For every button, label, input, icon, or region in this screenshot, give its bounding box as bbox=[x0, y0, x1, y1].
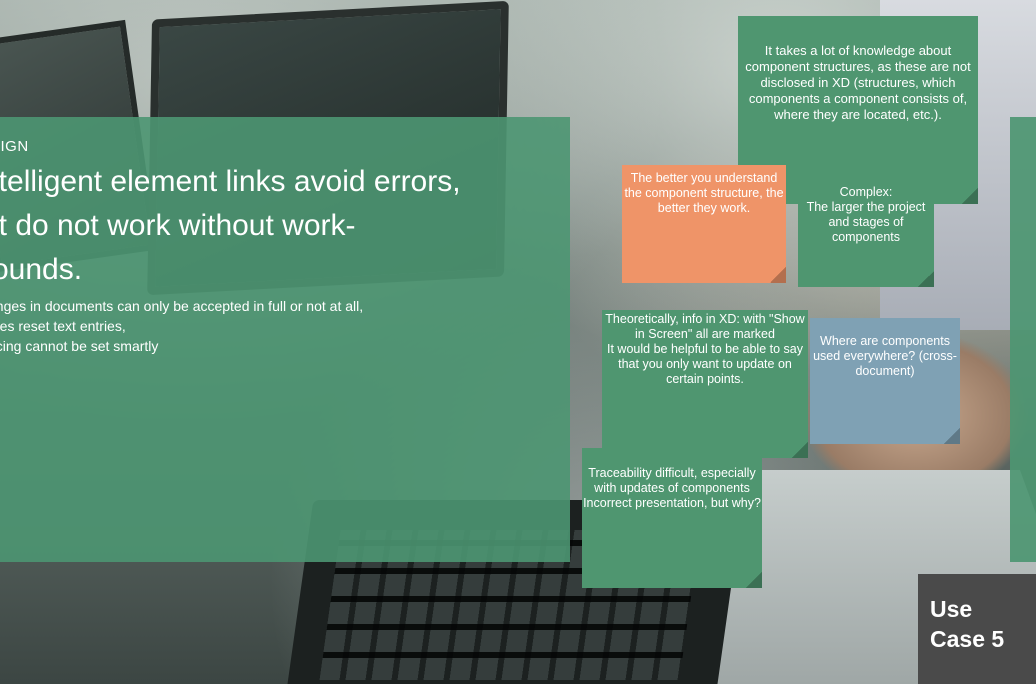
page-fold-icon bbox=[918, 271, 934, 287]
use-case-label-line-1: Use bbox=[930, 596, 973, 622]
use-case-label-line-2: Case 5 bbox=[930, 626, 1005, 652]
finding-item: acing cannot be set smartly bbox=[0, 338, 159, 354]
sticky-note-text: The better you understand the component … bbox=[624, 171, 784, 215]
section-eyebrow: SIGN bbox=[0, 138, 29, 155]
sticky-note-understanding: The better you understand the component … bbox=[622, 165, 786, 283]
findings-list: anges in documents can only be accepted … bbox=[0, 296, 548, 356]
finding-item: anges in documents can only be accepted … bbox=[0, 298, 364, 314]
headline-line-3: rounds. bbox=[0, 253, 83, 286]
slide: SIGN ntelligent element links avoid erro… bbox=[0, 0, 1036, 684]
sticky-note-traceability: Traceability difficult, especially with … bbox=[582, 448, 762, 588]
page-fold-icon bbox=[770, 267, 786, 283]
sticky-note-show-in-screen: Theoretically, info in XD: with "Show in… bbox=[602, 310, 808, 458]
sticky-note-text: Complex: The larger the project and stag… bbox=[806, 185, 926, 244]
slide-headline: ntelligent element links avoid errors, u… bbox=[0, 160, 562, 292]
sticky-note-text: Where are components used everywhere? (c… bbox=[813, 334, 957, 378]
page-fold-icon bbox=[746, 572, 762, 588]
sticky-note-text: It takes a lot of knowledge about compon… bbox=[745, 43, 971, 122]
headline-line-2: ut do not work without work- bbox=[0, 209, 356, 242]
sticky-note-where-used: Where are components used everywhere? (c… bbox=[810, 318, 960, 444]
finding-item: utes reset text entries, bbox=[0, 318, 126, 334]
sticky-note-text: Theoretically, info in XD: with "Show in… bbox=[605, 312, 805, 386]
page-fold-icon bbox=[962, 188, 978, 204]
page-fold-icon bbox=[792, 442, 808, 458]
sticky-note-complex: Complex: The larger the project and stag… bbox=[798, 177, 934, 287]
headline-line-1: ntelligent element links avoid errors, bbox=[0, 165, 461, 198]
page-fold-icon bbox=[944, 428, 960, 444]
sticky-note-text: Traceability difficult, especially with … bbox=[583, 466, 761, 510]
use-case-badge: Use Case 5 bbox=[918, 574, 1036, 684]
right-green-strip bbox=[1010, 117, 1036, 562]
